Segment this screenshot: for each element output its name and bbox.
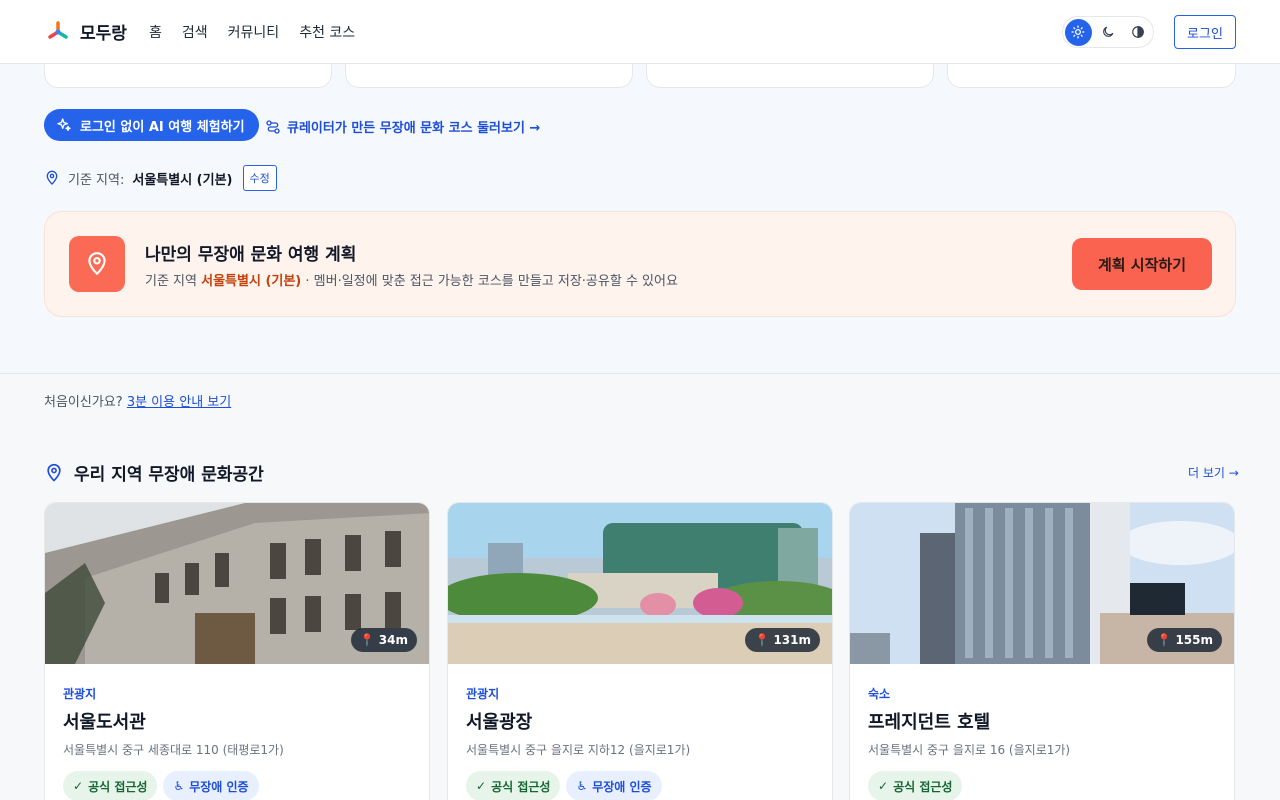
plan-title: 나만의 무장애 문화 여행 계획 bbox=[145, 245, 357, 265]
top-header: 모두랑 홈 검색 커뮤니티 추천 코스 로그인 bbox=[0, 0, 1280, 64]
plan-desc-prefix: 기준 지역 bbox=[145, 274, 197, 289]
place-category: 숙소 bbox=[868, 687, 891, 701]
place-name: 서울도서관 bbox=[63, 712, 146, 733]
distance-badge: 📍 34m bbox=[350, 628, 417, 652]
official-access-badge: ✓ 공식 접근성 bbox=[868, 771, 963, 800]
section-title: 우리 지역 무장애 문화공간 bbox=[44, 460, 264, 485]
guide-prefix: 처음이신가요? bbox=[44, 395, 123, 410]
nav-search[interactable]: 검색 bbox=[182, 22, 208, 42]
curator-link-label: 큐레이터가 만든 무장애 문화 코스 둘러보기 → bbox=[287, 121, 541, 136]
accessibility-badges: ✓ 공식 접근성 ♿ 무장애 인증 bbox=[63, 771, 259, 800]
more-link[interactable]: 더 보기 → bbox=[1188, 464, 1239, 481]
map-pin-icon bbox=[46, 170, 58, 185]
distance-text: 155m bbox=[1175, 633, 1213, 647]
nav-community[interactable]: 커뮤니티 bbox=[228, 22, 280, 42]
check-icon: ✓ bbox=[878, 779, 889, 793]
pin-icon: 📍 bbox=[754, 633, 770, 647]
official-access-badge: ✓ 공식 접근성 bbox=[466, 771, 561, 800]
place-category: 관광지 bbox=[63, 687, 97, 701]
official-access-badge: ✓ 공식 접근성 bbox=[63, 771, 158, 800]
place-image: 📍 34m bbox=[45, 503, 429, 664]
plan-description: 기준 지역 서울특별시 (기본) · 멤버·일정에 맞춘 접근 가능한 코스를 … bbox=[145, 270, 678, 289]
moon-icon bbox=[1103, 26, 1114, 37]
plan-icon-box bbox=[69, 236, 125, 292]
distance-text: 34m bbox=[378, 633, 408, 647]
check-icon: ✓ bbox=[476, 779, 487, 793]
sparkle-icon bbox=[57, 118, 71, 131]
main-nav: 홈 검색 커뮤니티 추천 코스 bbox=[149, 22, 355, 42]
map-pin-icon bbox=[88, 252, 106, 276]
place-image: 📍 155m bbox=[850, 503, 1234, 664]
place-name: 프레지던트 호텔 bbox=[868, 712, 991, 733]
badge-text: 공식 접근성 bbox=[491, 779, 551, 794]
place-image: 📍 131m bbox=[448, 503, 832, 664]
nav-home[interactable]: 홈 bbox=[149, 22, 162, 42]
distance-badge: 📍 155m bbox=[1147, 628, 1222, 652]
contrast-icon bbox=[1131, 26, 1144, 38]
nav-recommended-course[interactable]: 추천 코스 bbox=[299, 22, 355, 42]
badge-text: 무장애 인증 bbox=[592, 779, 652, 794]
place-card[interactable]: 📍 131m 관광지 서울광장 서울특별시 중구 을지로 지하12 (을지로1가)… bbox=[447, 502, 833, 800]
sun-icon bbox=[1071, 25, 1085, 39]
edit-region-button[interactable]: 수정 bbox=[242, 165, 277, 191]
guide-link[interactable]: 3분 이용 안내 보기 bbox=[127, 395, 231, 410]
start-plan-button[interactable]: 계획 시작하기 bbox=[1072, 238, 1212, 290]
badge-text: 공식 접근성 bbox=[893, 779, 953, 794]
place-name: 서울광장 bbox=[466, 712, 533, 733]
trip-plan-banner: 나만의 무장애 문화 여행 계획 기준 지역 서울특별시 (기본) · 멤버·일… bbox=[44, 211, 1236, 317]
region-value: 서울특별시 (기본) bbox=[132, 172, 233, 188]
place-card[interactable]: 📍 34m 관광지 서울도서관 서울특별시 중구 세종대로 110 (태평로1가)… bbox=[44, 502, 430, 800]
barrier-free-badge: ♿ 무장애 인증 bbox=[566, 771, 662, 800]
region-label: 기준 지역: bbox=[68, 172, 125, 188]
check-icon: ✓ bbox=[73, 779, 84, 793]
accessibility-badges: ✓ 공식 접근성 ♿ 무장애 인증 bbox=[466, 771, 662, 800]
barrier-free-badge: ♿ 무장애 인증 bbox=[163, 771, 259, 800]
contrast-theme-button[interactable] bbox=[1124, 19, 1151, 46]
plan-desc-suffix: · 멤버·일정에 맞춘 접근 가능한 코스를 만들고 저장·공유할 수 있어요 bbox=[305, 274, 678, 289]
wheelchair-icon: ♿ bbox=[576, 779, 588, 793]
section-title-text: 우리 지역 무장애 문화공간 bbox=[74, 465, 264, 485]
pin-icon: 📍 bbox=[359, 633, 375, 647]
ai-trial-label: 로그인 없이 AI 여행 체험하기 bbox=[80, 119, 245, 135]
place-address: 서울특별시 중구 을지로 지하12 (을지로1가) bbox=[466, 743, 691, 757]
place-category: 관광지 bbox=[466, 687, 500, 701]
place-address: 서울특별시 중구 을지로 16 (을지로1가) bbox=[868, 743, 1071, 757]
curator-course-link[interactable]: 큐레이터가 만든 무장애 문화 코스 둘러보기 → bbox=[265, 117, 540, 136]
route-icon bbox=[266, 119, 280, 134]
wheelchair-icon: ♿ bbox=[173, 779, 185, 793]
accessibility-badges: ✓ 공식 접근성 bbox=[868, 771, 963, 800]
map-pin-icon bbox=[47, 463, 61, 482]
distance-text: 131m bbox=[773, 633, 811, 647]
badge-text: 공식 접근성 bbox=[88, 779, 148, 794]
distance-badge: 📍 131m bbox=[745, 628, 820, 652]
light-theme-button[interactable] bbox=[1065, 18, 1092, 46]
plan-desc-region: 서울특별시 (기본) bbox=[201, 274, 302, 289]
login-button[interactable]: 로그인 bbox=[1174, 15, 1236, 49]
dark-theme-button[interactable] bbox=[1095, 19, 1122, 46]
logo[interactable]: 모두랑 bbox=[46, 19, 127, 44]
pin-icon: 📍 bbox=[1156, 633, 1172, 647]
badge-text: 무장애 인증 bbox=[189, 779, 249, 794]
theme-toggle bbox=[1062, 16, 1154, 48]
guide-line: 처음이신가요? 3분 이용 안내 보기 bbox=[44, 391, 231, 410]
logo-text: 모두랑 bbox=[80, 24, 127, 44]
place-address: 서울특별시 중구 세종대로 110 (태평로1가) bbox=[63, 743, 284, 757]
place-card[interactable]: 📍 155m 숙소 프레지던트 호텔 서울특별시 중구 을지로 16 (을지로1가… bbox=[849, 502, 1235, 800]
region-selector: 기준 지역: 서울특별시 (기본) 수정 bbox=[44, 165, 277, 191]
logo-icon bbox=[48, 20, 68, 39]
ai-trial-button[interactable]: 로그인 없이 AI 여행 체험하기 bbox=[44, 109, 259, 141]
